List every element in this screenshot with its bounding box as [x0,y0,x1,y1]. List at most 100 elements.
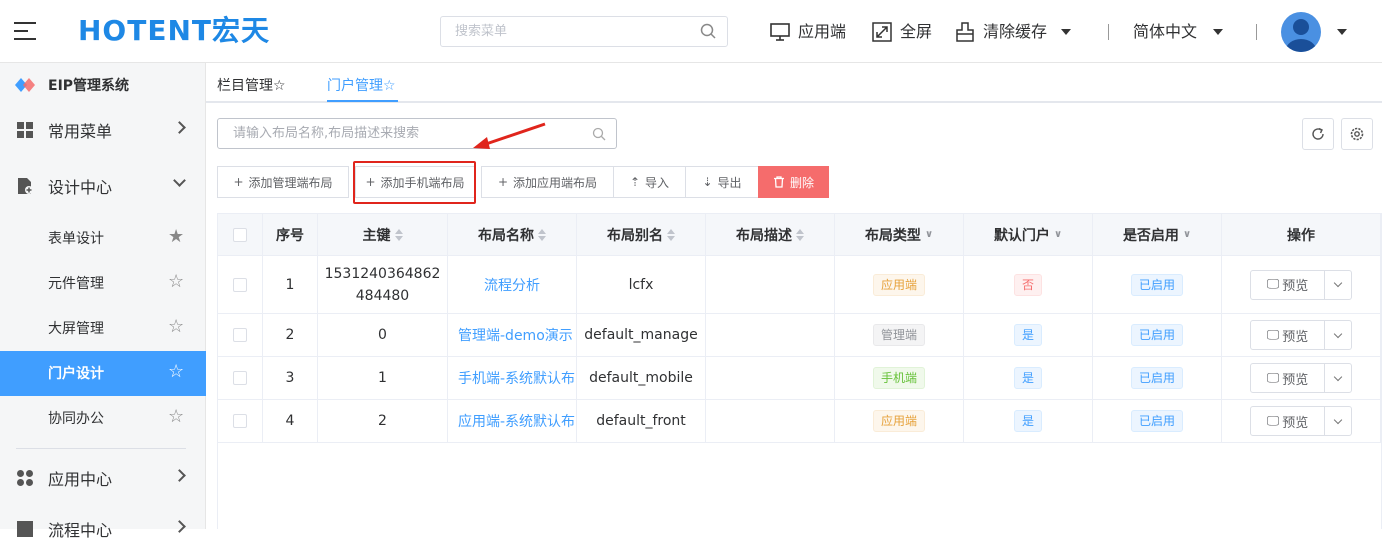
row-select-cell [218,357,263,400]
column-header[interactable]: 默认门户 ∨ [964,214,1093,256]
tab-label: 门户管理 [327,78,383,94]
preview-button[interactable]: 🖵 预览 [1251,364,1325,392]
sidebar-item-portal-design[interactable]: 门户设计 ☆ [0,351,206,396]
sidebar-item-flow-center[interactable]: 流程中心 [0,506,206,552]
star-icon[interactable]: ☆ [168,318,184,336]
column-header[interactable]: 布局名称 [448,214,577,256]
sidebar-item-common-menu[interactable]: 常用菜单 [0,107,206,153]
table-cell: 手机端 [835,357,964,400]
column-header[interactable]: 主键 [318,214,448,256]
fullscreen-button[interactable]: 全屏 [872,20,932,44]
sidebar-item-design-center[interactable]: 设计中心 [0,163,206,209]
star-icon[interactable]: ☆ [273,78,286,94]
filter-icon[interactable]: ∨ [1183,229,1191,240]
trash-icon [773,176,784,188]
app-side-button[interactable]: 应用端 [770,20,846,44]
star-icon[interactable]: ☆ [168,273,184,291]
sidebar-item-label: 设计中心 [48,178,113,197]
clear-cache-label: 清除缓存 [983,22,1048,41]
preview-dropdown-button[interactable] [1325,278,1351,288]
preview-dropdown-button[interactable] [1325,329,1351,338]
tab-column-manage[interactable]: 栏目管理☆ [217,75,286,95]
star-icon[interactable]: ☆ [383,78,396,94]
language-select[interactable]: 简体中文 [1133,20,1224,44]
avatar-dropdown-icon[interactable] [1337,29,1347,35]
layout-name-link[interactable]: 应用端-系统默认布 [458,411,575,431]
sort-icon[interactable] [796,228,804,241]
star-icon[interactable]: ☆ [168,363,184,381]
column-header[interactable]: 布局类型 ∨ [835,214,964,256]
row-checkbox[interactable] [233,371,247,385]
table-cell: 🖵 预览 [1222,400,1381,443]
filter-icon[interactable]: ∨ [1054,229,1062,240]
table-cell: 3 [263,357,318,400]
sidebar-item-app-center[interactable]: 应用中心 [0,455,206,501]
sidebar-item-component-manage[interactable]: 元件管理 ☆ [0,261,206,306]
menu-search-input[interactable]: 搜索菜单 [440,16,728,47]
layout-name-link[interactable]: 流程分析 [484,275,540,295]
preview-button[interactable]: 🖵 预览 [1251,270,1325,299]
tab-portal-manage[interactable]: 门户管理☆ [327,75,396,95]
row-checkbox[interactable] [233,414,247,428]
divider [1256,24,1257,40]
plus-icon: + [497,175,509,189]
layout-name-link[interactable]: 管理端-demo演示 [458,325,573,345]
sort-icon[interactable] [394,228,403,241]
id-text: 1531240364862 [324,265,441,282]
clear-cache-button[interactable]: 清除缓存 [955,20,1072,44]
layout-table: 序号 主键 布局名称 布局别名 布局描述 布局类型 ∨ 默认门户 ∨ 是否启用 ∨ 操… [217,213,1382,529]
menu-toggle-icon[interactable] [14,22,36,40]
layout-name-link[interactable]: 手机端-系统默认布 [458,368,575,388]
column-header[interactable]: 是否启用 ∨ [1093,214,1222,256]
avatar[interactable] [1281,12,1321,52]
export-button[interactable]: ⇣ 导出 [685,166,759,198]
preview-button[interactable]: 🖵 预览 [1251,321,1325,349]
chevron-right-icon [173,520,186,533]
row-checkbox[interactable] [233,277,247,292]
table-cell: 是 [964,314,1093,357]
column-header[interactable]: 布局别名 [577,214,706,256]
file-add-icon [18,178,33,194]
sort-icon[interactable] [667,228,675,241]
delete-button[interactable]: 删除 [758,166,829,198]
chevron-down-icon [1333,278,1343,288]
chevron-down-icon [1333,329,1343,338]
system-title: EIP管理系统 [14,73,129,97]
preview-button-group: 🖵 预览 [1250,320,1352,350]
header-label: 布局描述 [736,227,792,244]
sidebar: EIP管理系统 常用菜单 设计中心 表单设计 ★ 元件管理 ☆ 大屏管理 ☆ 门… [0,63,206,540]
layout-search-input[interactable]: 请输入布局名称,布局描述来搜索 [217,118,617,149]
default-tag: 是 [1013,410,1042,432]
refresh-button[interactable] [1302,118,1334,150]
header-label: 布局名称 [478,227,534,244]
import-button[interactable]: ⇡ 导入 [613,166,686,198]
table-cell [706,357,835,400]
preview-button[interactable]: 🖵 预览 [1251,407,1325,435]
add-manage-layout-button[interactable]: + 添加管理端布局 [217,166,349,198]
select-all-checkbox[interactable] [233,227,247,242]
sort-icon[interactable] [538,228,546,241]
add-app-layout-button[interactable]: + 添加应用端布局 [481,166,614,198]
chevron-down-icon [1213,29,1224,35]
star-icon[interactable]: ☆ [168,408,184,426]
header-label: 布局类型 [864,227,921,244]
star-filled-icon[interactable]: ★ [168,228,184,246]
chevron-down-icon [1061,29,1072,35]
plus-icon: + [233,175,244,189]
table-cell: 已启用 [1093,314,1222,357]
sidebar-item-collaboration[interactable]: 协同办公 ☆ [0,396,206,441]
button-label: 删除 [789,175,814,190]
sidebar-item-screen-manage[interactable]: 大屏管理 ☆ [0,306,206,351]
sidebar-item-form-design[interactable]: 表单设计 ★ [0,216,206,261]
row-checkbox[interactable] [233,328,247,342]
filter-icon[interactable]: ∨ [925,229,933,240]
settings-button[interactable] [1341,118,1373,150]
button-label: 导入 [645,175,670,190]
preview-dropdown-button[interactable] [1325,415,1351,424]
apps-icon [17,470,33,486]
divider [1108,24,1109,40]
sidebar-item-label: 应用中心 [48,470,113,489]
table-cell: 1 [263,256,318,314]
preview-dropdown-button[interactable] [1325,372,1351,381]
column-header[interactable]: 布局描述 [706,214,835,256]
